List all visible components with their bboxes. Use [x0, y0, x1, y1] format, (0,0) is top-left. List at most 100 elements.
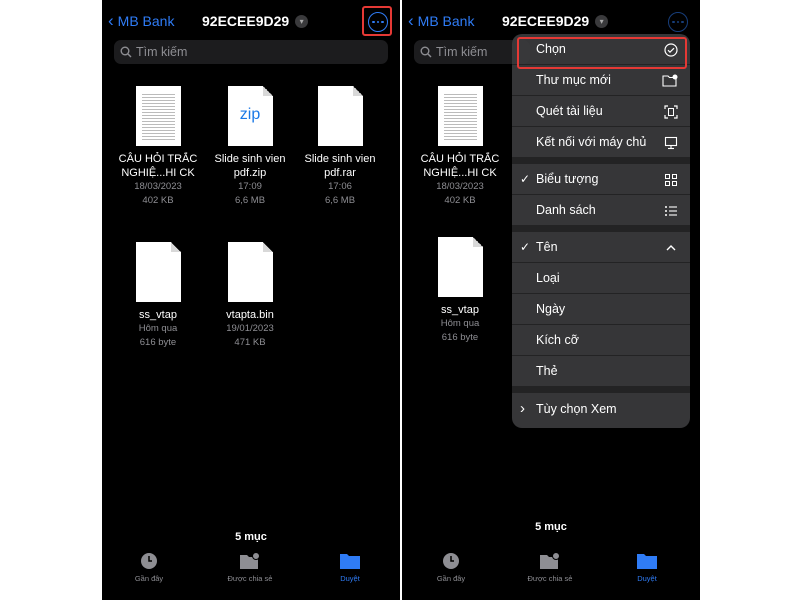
- menu-item-sort-tags[interactable]: Thẻ: [512, 356, 690, 387]
- file-date: Hôm qua: [138, 323, 178, 334]
- menu-item-label: Loại: [536, 271, 560, 285]
- blank-file-icon: [317, 86, 363, 146]
- back-label: MB Bank: [117, 13, 175, 29]
- menu-item-sort-kind[interactable]: Loại: [512, 263, 690, 294]
- navigation-bar: ‹ MB Bank 92ECEE9D29 ▾: [402, 10, 700, 34]
- menu-item-label: Biểu tượng: [536, 172, 599, 186]
- file-size: 6,6 MB: [234, 195, 266, 206]
- folder-title-menu[interactable]: 92ECEE9D29 ▾: [502, 13, 609, 29]
- clock-icon: [443, 553, 459, 569]
- file-size: 616 byte: [139, 337, 177, 348]
- search-input[interactable]: Tìm kiếm: [114, 40, 388, 64]
- back-button[interactable]: ‹ MB Bank: [408, 12, 475, 29]
- grid-icon: [665, 174, 677, 186]
- page-title: 92ECEE9D29: [502, 13, 590, 29]
- files-screen-right: ‹ MB Bank 92ECEE9D29 ▾ Tìm kiếm CÂU HỎI …: [402, 0, 700, 600]
- menu-item-label: Tùy chọn Xem: [536, 401, 617, 416]
- chevron-down-icon: ▾: [595, 14, 609, 28]
- menu-item-label: Thư mục mới: [536, 73, 611, 87]
- highlight-box: [517, 37, 687, 69]
- options-menu: Chọn Thư mục mới Quét tài liệu Kết nối v…: [512, 34, 690, 428]
- file-date: 17:09: [238, 181, 262, 192]
- files-screen-left: ‹ MB Bank 92ECEE9D29 ▾ Tìm kiếm CÂU HỎI …: [102, 0, 400, 600]
- search-placeholder: Tìm kiếm: [136, 45, 188, 59]
- file-date: 19/01/2023: [226, 323, 274, 334]
- tab-label: Được chia sẻ: [527, 574, 573, 583]
- menu-item-sort-name[interactable]: ✓ Tên: [512, 232, 690, 263]
- document-thumbnail: [437, 86, 483, 146]
- file-item[interactable]: Slide sinh vien pdf.rar 17:06 6,6 MB: [292, 86, 388, 208]
- blank-file-icon: [135, 242, 181, 302]
- folder-title-menu[interactable]: 92ECEE9D29 ▾: [202, 13, 309, 29]
- shared-folder-icon: [240, 552, 260, 569]
- tab-recents[interactable]: Gần đây: [406, 550, 496, 583]
- new-folder-icon: [662, 74, 678, 87]
- file-item[interactable]: zip Slide sinh vien pdf.zip 17:09 6,6 MB: [202, 86, 298, 208]
- folder-icon: [637, 554, 657, 569]
- chevron-left-icon: ‹: [108, 11, 114, 30]
- file-date: 18/03/2023: [436, 181, 484, 192]
- navigation-bar: ‹ MB Bank 92ECEE9D29 ▾: [102, 6, 400, 36]
- item-count: 5 mục: [535, 521, 567, 533]
- more-options-button[interactable]: [668, 12, 688, 32]
- file-item[interactable]: ss_vtap Hôm qua 616 byte: [110, 242, 206, 350]
- tab-browse[interactable]: Duyệt: [305, 550, 395, 583]
- tab-label: Gần đây: [134, 574, 164, 583]
- tab-recents[interactable]: Gần đây: [104, 550, 194, 583]
- file-size: 6,6 MB: [324, 195, 356, 206]
- blank-file-icon: [437, 237, 483, 297]
- menu-item-label: Quét tài liệu: [536, 104, 603, 118]
- file-name: ss_vtap: [441, 304, 479, 316]
- file-size: 471 KB: [234, 337, 266, 348]
- tab-shared[interactable]: Được chia sẻ: [205, 550, 295, 583]
- tab-browse[interactable]: Duyệt: [602, 550, 692, 583]
- menu-item-sort-date[interactable]: Ngày: [512, 294, 690, 325]
- item-count: 5 mục: [235, 531, 267, 543]
- zip-icon: zip: [227, 86, 273, 146]
- menu-item-icons[interactable]: ✓ Biểu tượng: [512, 164, 690, 195]
- checkmark-icon: ✓: [520, 172, 531, 186]
- menu-item-list[interactable]: Danh sách: [512, 195, 690, 226]
- file-name: vtapta.bin: [226, 309, 274, 321]
- search-placeholder: Tìm kiếm: [436, 45, 488, 59]
- menu-item-label: Tên: [536, 240, 558, 254]
- monitor-icon: [664, 136, 678, 150]
- menu-item-new-folder[interactable]: Thư mục mới: [512, 65, 690, 96]
- list-icon: [665, 206, 677, 216]
- tab-label: Duyệt: [637, 574, 657, 583]
- blank-file-icon: [227, 242, 273, 302]
- document-thumbnail: [135, 86, 181, 146]
- highlight-box: [362, 6, 392, 36]
- file-date: 17:06: [328, 181, 352, 192]
- shared-folder-icon: [540, 552, 560, 569]
- back-button[interactable]: ‹ MB Bank: [108, 11, 175, 30]
- tab-label: Duyệt: [340, 574, 360, 583]
- menu-item-connect-server[interactable]: Kết nối với máy chủ: [512, 127, 690, 158]
- back-label: MB Bank: [417, 13, 475, 29]
- file-date: 18/03/2023: [134, 181, 182, 192]
- menu-item-scan-document[interactable]: Quét tài liệu: [512, 96, 690, 127]
- scan-document-icon: [664, 105, 678, 119]
- chevron-down-icon: ▾: [295, 14, 309, 28]
- search-icon: [120, 46, 132, 58]
- menu-item-label: Danh sách: [536, 203, 596, 217]
- file-item[interactable]: ss_vtap Hôm qua 616 byte: [412, 237, 508, 345]
- tab-shared[interactable]: Được chia sẻ: [505, 550, 595, 583]
- file-name: ss_vtap: [139, 309, 177, 321]
- menu-item-label: Thẻ: [536, 364, 558, 378]
- menu-item-sort-size[interactable]: Kích cỡ: [512, 325, 690, 356]
- menu-item-label: Ngày: [536, 302, 566, 316]
- tab-label: Gần đây: [436, 574, 466, 583]
- file-name: CÂU HỎI TRẮC NGHIỆ...HI CK: [420, 153, 500, 179]
- menu-item-view-options[interactable]: › Tùy chọn Xem: [512, 393, 690, 424]
- file-item[interactable]: CÂU HỎI TRẮC NGHIỆ...HI CK 18/03/2023 402…: [110, 86, 206, 208]
- chevron-right-icon: ›: [520, 400, 525, 417]
- chevron-up-icon: [666, 245, 676, 251]
- file-item[interactable]: CÂU HỎI TRẮC NGHIỆ...HI CK 18/03/2023 402…: [412, 86, 508, 208]
- file-item[interactable]: vtapta.bin 19/01/2023 471 KB: [202, 242, 298, 350]
- checkmark-icon: ✓: [520, 240, 531, 254]
- clock-icon: [141, 553, 157, 569]
- file-size: 402 KB: [444, 195, 476, 206]
- file-name: Slide sinh vien pdf.rar: [304, 153, 376, 179]
- tab-label: Được chia sẻ: [227, 574, 273, 583]
